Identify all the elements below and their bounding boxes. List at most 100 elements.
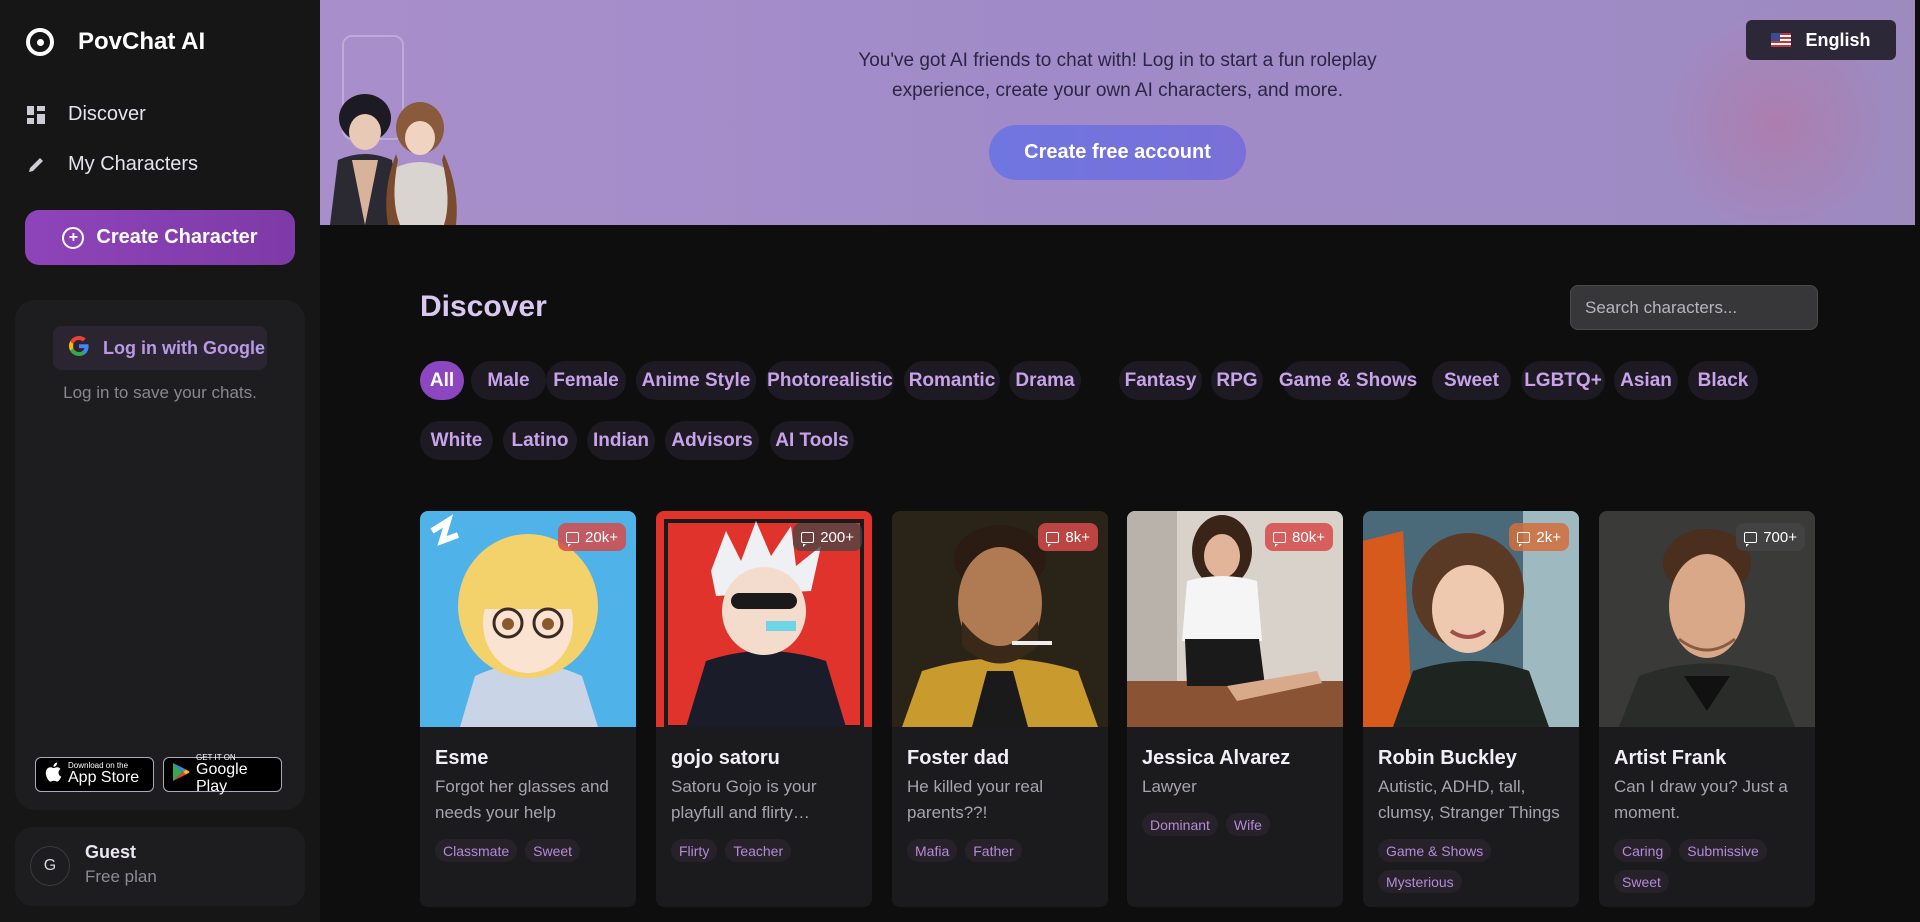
character-name: Artist Frank [1614, 747, 1727, 769]
us-flag-icon [1771, 33, 1792, 47]
login-hint: Log in to save your chats. [63, 383, 257, 402]
promo-banner: You've got AI friends to chat with! Log … [320, 0, 1915, 225]
chip-latino[interactable]: Latino [503, 421, 577, 460]
chat-count-badge: 80k+ [1265, 523, 1333, 551]
google-icon [67, 334, 91, 363]
logo-icon [26, 28, 54, 56]
character-card-foster-dad[interactable]: 8k+ Foster dad He killed your real paren… [892, 511, 1108, 907]
language-label: English [1805, 29, 1871, 50]
chat-count-badge: 200+ [793, 523, 862, 551]
google-play-text: GET IT ON Google Play [196, 752, 248, 795]
tag[interactable]: Submissive [1679, 839, 1767, 862]
character-tags: Flirty Teacher [671, 839, 871, 862]
tag[interactable]: Sweet [1614, 870, 1669, 893]
chip-sweet[interactable]: Sweet [1432, 361, 1511, 400]
chip-photorealistic[interactable]: Photorealistic [766, 361, 894, 400]
app-store-button[interactable]: Download on the App Store [35, 757, 154, 792]
google-login-button[interactable]: Log in with Google [53, 326, 267, 370]
chip-anime-style[interactable]: Anime Style [636, 361, 756, 400]
character-description: Autistic, ADHD, tall, clumsy, Stranger T… [1378, 777, 1560, 822]
chat-bubble-icon [1273, 531, 1287, 547]
plus-circle-icon: + [62, 226, 85, 249]
user-profile[interactable]: G Guest Free plan [15, 827, 305, 906]
chip-lgbtq[interactable]: LGBTQ+ [1521, 361, 1605, 400]
app-store-text: Download on the App Store [68, 761, 140, 787]
create-character-label: Create Character [96, 226, 258, 248]
chat-bubble-icon [1517, 531, 1531, 547]
character-card-gojo-satoru[interactable]: 200+ gojo satoru Satoru Gojo is your pla… [656, 511, 872, 907]
tag[interactable]: Dominant [1142, 813, 1218, 836]
chip-all[interactable]: All [420, 361, 464, 400]
sidebar-item-label: My Characters [68, 153, 199, 175]
character-name: Robin Buckley [1378, 747, 1517, 769]
character-description: Lawyer [1142, 777, 1197, 796]
sidebar: PovChat AI Discover My Characters + Crea… [0, 0, 320, 922]
chat-count-badge: 8k+ [1038, 523, 1098, 551]
chat-count-badge: 20k+ [558, 523, 626, 551]
character-name: Esme [435, 747, 489, 769]
chip-advisors[interactable]: Advisors [665, 421, 759, 460]
chip-drama[interactable]: Drama [1009, 361, 1081, 400]
chat-bubble-icon [1744, 531, 1758, 547]
chip-ai-tools[interactable]: AI Tools [770, 421, 854, 460]
google-login-label: Log in with Google [103, 337, 265, 358]
tag[interactable]: Mysterious [1378, 870, 1462, 893]
login-panel: Log in with Google Log in to save your c… [15, 300, 305, 810]
character-tags: Caring Submissive Sweet [1614, 839, 1814, 893]
character-description: He killed your real parents??! [907, 777, 1044, 822]
character-description: Can I draw you? Just a moment. [1614, 777, 1788, 822]
create-character-button[interactable]: + Create Character [25, 210, 295, 265]
character-card-esme[interactable]: 20k+ Esme Forgot her glasses and needs y… [420, 511, 636, 907]
character-description: Forgot her glasses and needs your help [435, 777, 609, 822]
avatar: G [30, 846, 70, 886]
character-name: gojo satoru [671, 747, 780, 769]
chip-game-shows[interactable]: Game & Shows [1279, 361, 1417, 400]
chat-bubble-icon [801, 531, 815, 547]
chat-bubble-icon [566, 531, 580, 547]
chat-count-badge: 2k+ [1509, 523, 1569, 551]
chip-white[interactable]: White [420, 421, 493, 460]
google-play-icon [172, 762, 190, 787]
character-tags: Game & Shows Mysterious [1378, 839, 1578, 893]
tag[interactable]: Father [965, 839, 1022, 862]
tag[interactable]: Wife [1225, 813, 1270, 836]
character-card-artist-frank[interactable]: 700+ Artist Frank Can I draw you? Just a… [1599, 511, 1815, 907]
tag[interactable]: Classmate [435, 839, 518, 862]
chip-romantic[interactable]: Romantic [904, 361, 1000, 400]
chip-female[interactable]: Female [546, 361, 626, 400]
chip-indian[interactable]: Indian [587, 421, 655, 460]
user-plan: Free plan [85, 867, 157, 886]
brand[interactable]: PovChat AI [26, 28, 205, 56]
sidebar-item-label: Discover [68, 103, 146, 125]
chat-count-badge: 700+ [1736, 523, 1805, 551]
banner-characters-illustration [330, 94, 457, 225]
tag[interactable]: Mafia [907, 839, 958, 862]
apple-icon [44, 762, 62, 787]
banner-message: You've got AI friends to chat with! Log … [858, 50, 1377, 101]
page-title: Discover [420, 290, 547, 323]
chip-rpg[interactable]: RPG [1211, 361, 1263, 400]
brand-name: PovChat AI [78, 28, 206, 55]
character-name: Jessica Alvarez [1142, 747, 1291, 769]
search-input[interactable] [1570, 285, 1818, 330]
tag[interactable]: Teacher [725, 839, 792, 862]
tag[interactable]: Game & Shows [1378, 839, 1492, 862]
create-account-button[interactable]: Create free account [989, 125, 1246, 180]
google-play-button[interactable]: GET IT ON Google Play [163, 753, 282, 794]
language-selector[interactable]: English [1746, 20, 1896, 60]
chat-bubble-icon [1046, 531, 1060, 547]
chip-asian[interactable]: Asian [1614, 361, 1678, 400]
tag[interactable]: Sweet [525, 839, 581, 862]
chip-fantasy[interactable]: Fantasy [1119, 361, 1202, 400]
character-card-jessica-alvarez[interactable]: 80k+ Jessica Alvarez Lawyer Dominant Wif… [1127, 511, 1343, 907]
character-tags: Classmate Sweet [435, 839, 635, 862]
chip-male[interactable]: Male [471, 361, 546, 400]
sidebar-item-my-characters[interactable]: My Characters [26, 153, 198, 176]
character-card-robin-buckley[interactable]: 2k+ Robin Buckley Autistic, ADHD, tall, … [1363, 511, 1579, 907]
character-description: Satoru Gojo is your playfull and flirty… [671, 777, 817, 822]
chip-black[interactable]: Black [1688, 361, 1758, 400]
sidebar-item-discover[interactable]: Discover [26, 103, 146, 126]
tag[interactable]: Flirty [671, 839, 718, 862]
pencil-icon [26, 155, 46, 175]
tag[interactable]: Caring [1614, 839, 1672, 862]
